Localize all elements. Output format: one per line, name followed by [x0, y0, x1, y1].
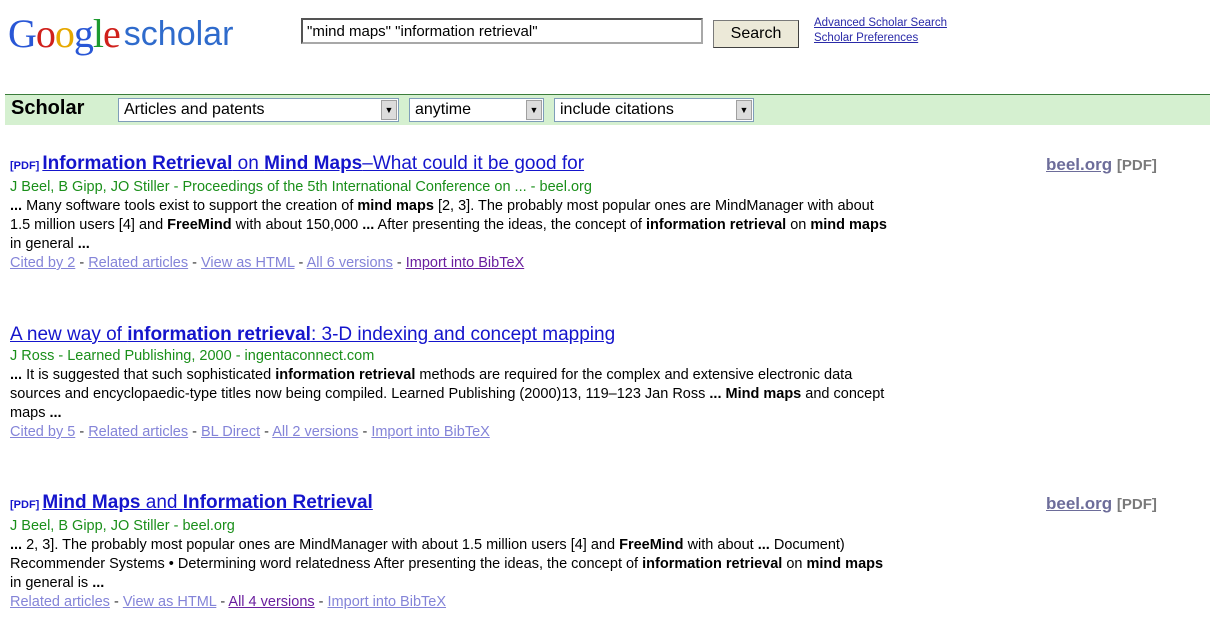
snippet-highlight: mind maps	[810, 217, 887, 233]
citations-select[interactable]: include citations ▼	[554, 98, 754, 122]
snippet-highlight: ...	[77, 236, 90, 252]
all-versions-link[interactable]: All 6 versions	[307, 255, 393, 271]
snippet-text: Many software tools exist to support the…	[26, 198, 358, 214]
view-as-html-link[interactable]: View as HTML	[123, 594, 216, 610]
related-articles-link[interactable]: Related articles	[88, 424, 188, 440]
result-side-link: beel.org [PDF]	[1046, 494, 1157, 514]
pdf-tag: [PDF]	[10, 499, 40, 511]
snippet-highlight: FreeMind	[619, 537, 684, 553]
import-bibtex-link[interactable]: Import into BibTeX	[406, 255, 524, 271]
all-versions-link[interactable]: All 4 versions	[228, 594, 314, 610]
snippet-highlight: information retrieval	[645, 217, 787, 233]
result-title-link[interactable]: A new way of information retrieval: 3-D …	[10, 324, 615, 345]
advanced-search-link[interactable]: Advanced Scholar Search	[814, 16, 947, 31]
time-range-select[interactable]: anytime ▼	[409, 98, 544, 122]
search-button[interactable]: Search	[713, 20, 799, 48]
import-bibtex-link[interactable]: Import into BibTeX	[328, 594, 446, 610]
result-snippet: ... 2, 3]. The probably most popular one…	[10, 536, 890, 593]
result-title-link[interactable]: Mind Maps and Information Retrieval	[42, 492, 372, 513]
snippet-highlight: ...	[10, 537, 23, 553]
related-articles-link[interactable]: Related articles	[10, 594, 110, 610]
snippet-highlight: ...	[757, 537, 770, 553]
snippet-text: in general	[10, 236, 78, 252]
snippet-text: After presenting the ideas, the concept …	[374, 217, 646, 233]
bl-direct-link[interactable]: BL Direct	[201, 424, 260, 440]
result-title-link[interactable]: Information Retrieval on Mind Maps–What …	[42, 153, 584, 174]
side-pdf-tag: [PDF]	[1116, 157, 1157, 174]
snippet-text: in general is	[10, 575, 93, 591]
view-as-html-link[interactable]: View as HTML	[201, 255, 294, 271]
search-result: A new way of information retrieval: 3-D …	[10, 323, 890, 442]
snippet-highlight: ...	[10, 198, 27, 214]
snippet-highlight: ...	[49, 405, 62, 421]
import-bibtex-link[interactable]: Import into BibTeX	[371, 424, 489, 440]
dropdown-arrow-icon[interactable]: ▼	[736, 100, 752, 120]
citations-value: include citations	[560, 101, 674, 118]
result-title: A new way of information retrieval: 3-D …	[10, 323, 890, 347]
result-links: Related articles - View as HTML - All 4 …	[10, 594, 447, 610]
result-snippet: ... Many software tools exist to support…	[10, 197, 890, 254]
filter-bar: Scholar Articles and patents ▼ anytime ▼…	[5, 94, 1210, 125]
scholar-preferences-link[interactable]: Scholar Preferences	[814, 31, 947, 46]
scholar-label: Scholar	[11, 97, 85, 119]
article-type-value: Articles and patents	[124, 101, 265, 118]
related-articles-link[interactable]: Related articles	[88, 255, 188, 271]
side-source-link[interactable]: beel.org	[1046, 155, 1112, 174]
snippet-highlight: mind maps	[806, 556, 884, 572]
time-range-value: anytime	[415, 101, 472, 118]
snippet-highlight: information retrieval	[642, 556, 783, 572]
dropdown-arrow-icon[interactable]: ▼	[526, 100, 542, 120]
snippet-text: 2, 3]. The probably most popular ones ar…	[22, 537, 620, 553]
search-result: [PDF] Mind Maps and Information Retrieval…	[10, 491, 890, 612]
article-type-select[interactable]: Articles and patents ▼	[118, 98, 399, 122]
google-scholar-logo[interactable]: Google scholar	[8, 10, 233, 56]
side-pdf-tag: [PDF]	[1116, 496, 1157, 513]
result-snippet: ... It is suggested that such sophistica…	[10, 366, 890, 423]
snippet-highlight: FreeMind	[167, 217, 232, 233]
result-meta: J Beel, B Gipp, JO Stiller - beel.org	[10, 518, 235, 534]
snippet-text: It is suggested that such sophisticated	[26, 367, 276, 383]
snippet-highlight: ...	[10, 367, 27, 383]
result-side-link: beel.org [PDF]	[1046, 155, 1157, 175]
snippet-text: with about	[683, 537, 758, 553]
search-result: [PDF] Information Retrieval on Mind Maps–…	[10, 152, 890, 273]
result-title: [PDF] Mind Maps and Information Retrieval	[10, 491, 890, 517]
dropdown-arrow-icon[interactable]: ▼	[381, 100, 397, 120]
search-input[interactable]	[301, 18, 703, 44]
result-meta: J Ross - Learned Publishing, 2000 - inge…	[10, 348, 375, 364]
result-title: [PDF] Information Retrieval on Mind Maps–…	[10, 152, 890, 178]
header-links: Advanced Scholar Search Scholar Preferen…	[814, 16, 947, 46]
pdf-tag: [PDF]	[10, 160, 40, 172]
cited-by-link[interactable]: Cited by 2	[10, 255, 75, 271]
snippet-highlight: ... Mind maps	[709, 386, 802, 402]
snippet-text: with about 150,000	[231, 217, 363, 233]
side-source-link[interactable]: beel.org	[1046, 494, 1112, 513]
snippet-highlight: information retrieval	[275, 367, 416, 383]
result-meta: J Beel, B Gipp, JO Stiller - Proceedings…	[10, 179, 592, 195]
snippet-text: on	[782, 556, 807, 572]
snippet-highlight: mind maps	[357, 198, 434, 214]
header: Googlescholar Search Advanced Scholar Se…	[8, 8, 1208, 56]
result-links: Cited by 2 - Related articles - View as …	[10, 255, 525, 271]
snippet-text: on	[786, 217, 811, 233]
snippet-highlight: ...	[362, 217, 375, 233]
cited-by-link[interactable]: Cited by 5	[10, 424, 75, 440]
all-versions-link[interactable]: All 2 versions	[272, 424, 358, 440]
result-links: Cited by 5 - Related articles - BL Direc…	[10, 424, 490, 440]
snippet-highlight: ...	[92, 575, 105, 591]
